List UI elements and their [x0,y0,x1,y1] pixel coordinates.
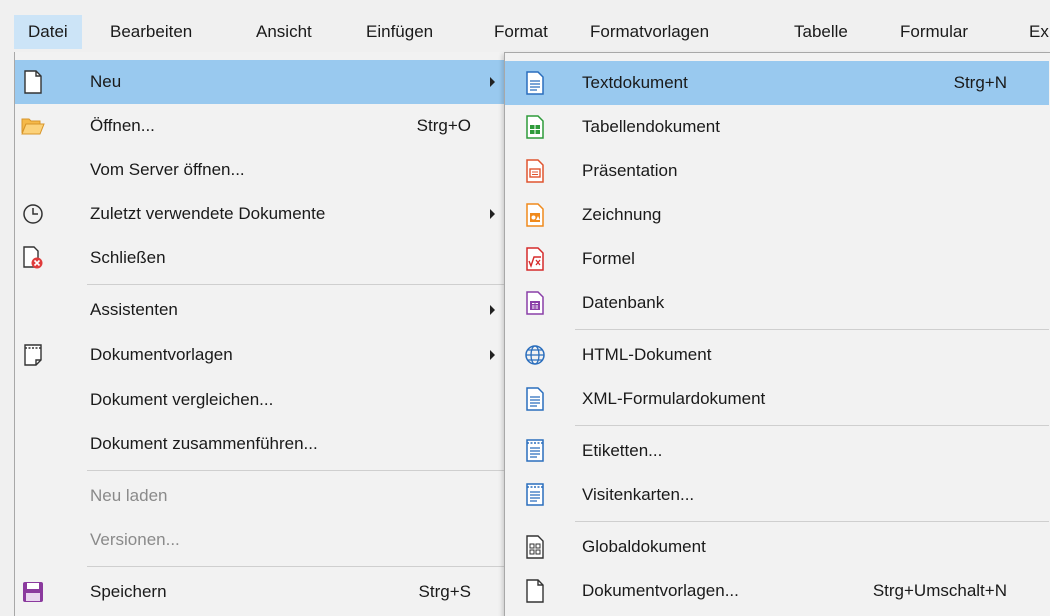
submenu-item-label: Tabellendokument [582,117,720,136]
menu-separator [87,284,507,285]
submenu-item-dokumentvorlagen[interactable]: Dokumentvorlagen... Strg+Umschalt+N [505,569,1049,613]
menu-item-assistenten[interactable]: Assistenten [15,288,509,332]
shortcut-label: Strg+N [953,73,1007,92]
submenu-item-label: Präsentation [582,161,678,180]
menu-item-label: Vom Server öffnen... [90,160,245,179]
menu-item-speichern[interactable]: Speichern Strg+S [15,570,509,614]
submenu-item-visitenkarten[interactable]: Visitenkarten... [505,473,1049,517]
menu-item-label: Dokument vergleichen... [90,390,274,409]
menu-item-label: Dokument zusammenführen... [90,434,318,453]
submenu-item-formel[interactable]: Formel [505,237,1049,281]
submenu-item-datenbank[interactable]: Datenbank [505,281,1049,325]
menu-item-neu-laden: Neu laden [15,474,509,518]
menu-item-neu[interactable]: Neu [15,60,509,104]
shortcut-label: Strg+O [416,116,471,135]
menu-separator [575,329,1049,330]
submenu-item-etiketten[interactable]: Etiketten... [505,429,1049,473]
close-document-icon [21,246,45,270]
menu-separator [575,521,1049,522]
menu-item-versionen: Versionen... [15,518,509,562]
menu-item-zuletzt-verwendet[interactable]: Zuletzt verwendete Dokumente [15,192,509,236]
menu-item-vom-server-oeffnen[interactable]: Vom Server öffnen... [15,148,509,192]
submenu-item-label: Globaldokument [582,537,706,556]
menu-item-label: Zuletzt verwendete Dokumente [90,204,326,223]
presentation-icon [523,159,547,183]
menu-item-label: Speichern [90,582,167,601]
menu-item-label: Neu [90,72,122,91]
submenu-item-label: Textdokument [582,73,688,92]
submenu-item-label: Zeichnung [582,205,662,224]
menu-item-label: Schließen [90,248,166,267]
menu-formatvorlagen[interactable]: Formatvorlagen [590,20,709,44]
clock-icon [21,202,45,226]
shortcut-label: Strg+S [418,582,471,601]
submenu-item-zeichnung[interactable]: Zeichnung [505,193,1049,237]
new-submenu: Textdokument Strg+N Tabellendokument Prä… [504,52,1050,616]
spreadsheet-icon [523,115,547,139]
menubar: Datei Bearbeiten Ansicht Einfügen Format… [0,0,1050,60]
menu-item-oeffnen[interactable]: Öffnen... Strg+O [15,104,509,148]
submenu-arrow-icon [490,305,495,315]
new-document-icon [21,70,45,94]
master-document-icon [523,535,547,559]
submenu-item-label: HTML-Dokument [582,345,712,364]
menu-format[interactable]: Format [494,20,548,44]
globe-icon [523,343,547,367]
menu-bearbeiten[interactable]: Bearbeiten [110,20,192,44]
template-document-icon [523,579,547,603]
menu-separator [575,425,1049,426]
submenu-item-label: Dokumentvorlagen... [582,581,739,600]
menu-separator [87,470,507,471]
submenu-item-label: Datenbank [582,293,665,312]
submenu-arrow-icon [490,209,495,219]
menu-formular[interactable]: Formular [900,20,968,44]
submenu-item-label: Formel [582,249,635,268]
submenu-item-textdokument[interactable]: Textdokument Strg+N [505,61,1049,105]
submenu-arrow-icon [490,350,495,360]
menu-einfuegen[interactable]: Einfügen [366,20,433,44]
menu-item-label: Öffnen... [90,116,155,135]
menu-tabelle[interactable]: Tabelle [794,20,848,44]
menu-extras[interactable]: Ex [1029,20,1049,44]
shortcut-label: Strg+Umschalt+N [872,581,1007,600]
submenu-item-xml-formulardokument[interactable]: XML-Formulardokument [505,377,1049,421]
menu-item-label: Assistenten [90,300,178,319]
xml-form-icon [523,387,547,411]
submenu-arrow-icon [490,77,495,87]
menu-ansicht[interactable]: Ansicht [256,20,312,44]
submenu-item-html-dokument[interactable]: HTML-Dokument [505,333,1049,377]
labels-icon [523,439,547,463]
database-icon [523,291,547,315]
menu-item-label: Neu laden [90,486,168,505]
business-cards-icon [523,483,547,507]
menu-item-label: Dokumentvorlagen [90,345,233,364]
menu-item-label: Versionen... [90,530,180,549]
menu-item-dokument-zusammenfuehren[interactable]: Dokument zusammenführen... [15,422,509,466]
save-icon [21,580,45,604]
text-document-icon [523,71,547,95]
formula-icon [523,247,547,271]
file-menu: Neu Öffnen... Strg+O Vom Server öffnen..… [14,52,510,616]
menu-item-schliessen[interactable]: Schließen [15,236,509,280]
submenu-item-label: Etiketten... [582,441,663,460]
drawing-icon [523,203,547,227]
menu-item-dokumentvorlagen[interactable]: Dokumentvorlagen [15,333,509,377]
menu-datei[interactable]: Datei [14,15,82,49]
menu-separator [87,566,507,567]
submenu-item-tabellendokument[interactable]: Tabellendokument [505,105,1049,149]
folder-open-icon [21,114,45,138]
submenu-item-label: XML-Formulardokument [582,389,766,408]
templates-icon [21,343,45,367]
submenu-item-globaldokument[interactable]: Globaldokument [505,525,1049,569]
submenu-item-praesentation[interactable]: Präsentation [505,149,1049,193]
menu-item-dokument-vergleichen[interactable]: Dokument vergleichen... [15,378,509,422]
submenu-item-label: Visitenkarten... [582,485,695,504]
